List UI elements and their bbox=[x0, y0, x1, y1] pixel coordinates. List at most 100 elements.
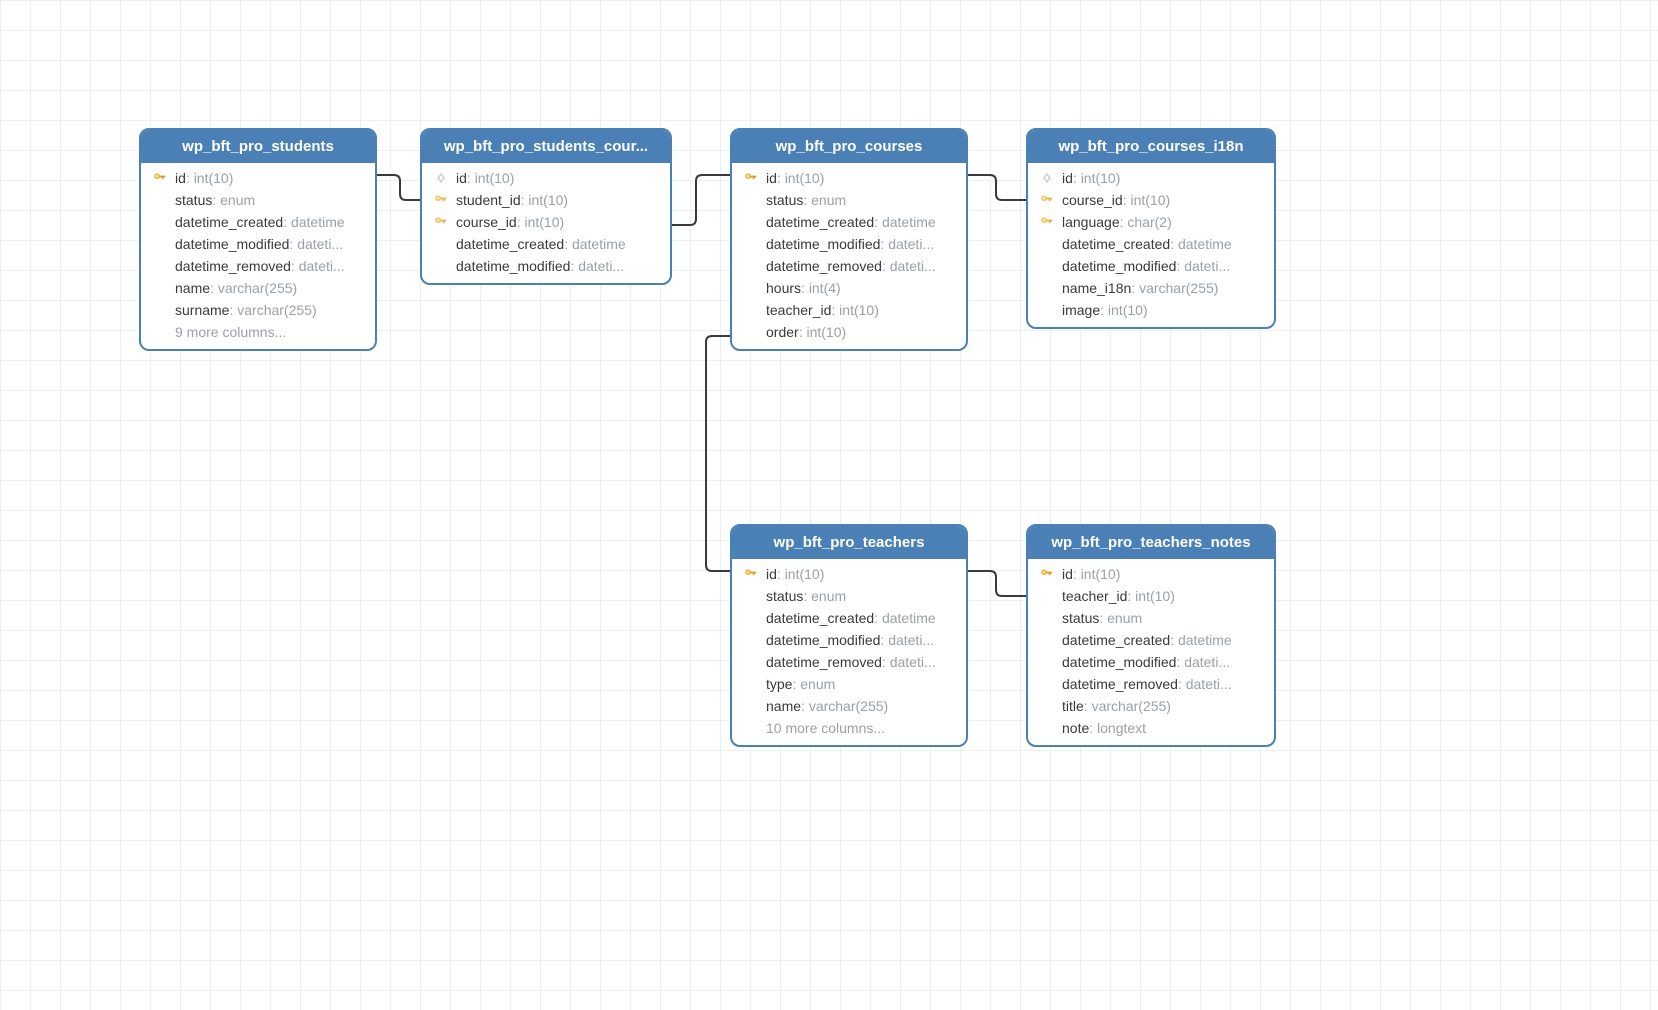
key-icon bbox=[1038, 567, 1056, 581]
column-type: : int(10) bbox=[467, 170, 514, 186]
column-type: : datetime bbox=[874, 610, 935, 626]
table-header[interactable]: wp_bft_pro_students_cour... bbox=[422, 130, 670, 163]
column-row[interactable]: datetime_created: datetime bbox=[422, 233, 670, 255]
more-columns-row[interactable]: 10 more columns... bbox=[732, 717, 966, 739]
column-type: : int(10) bbox=[1073, 170, 1120, 186]
column-type: : datetime bbox=[874, 214, 935, 230]
column-name: datetime_modified bbox=[1062, 258, 1176, 274]
column-name: status bbox=[1062, 610, 1099, 626]
column-row[interactable]: datetime_modified: dateti... bbox=[1028, 651, 1274, 673]
column-row[interactable]: datetime_modified: dateti... bbox=[732, 233, 966, 255]
column-name: student_id bbox=[456, 192, 521, 208]
column-row[interactable]: datetime_removed: dateti... bbox=[1028, 673, 1274, 695]
column-type: : varchar(255) bbox=[210, 280, 297, 296]
table-header[interactable]: wp_bft_pro_teachers_notes bbox=[1028, 526, 1274, 559]
column-row[interactable]: title: varchar(255) bbox=[1028, 695, 1274, 717]
key-icon bbox=[432, 215, 450, 229]
more-columns-row[interactable]: 9 more columns... bbox=[141, 321, 375, 343]
column-name: datetime_created bbox=[1062, 632, 1170, 648]
column-row[interactable]: status: enum bbox=[732, 585, 966, 607]
table-header[interactable]: wp_bft_pro_courses bbox=[732, 130, 966, 163]
table-courses[interactable]: wp_bft_pro_courses id: int(10)status: en… bbox=[730, 128, 968, 351]
column-type: : enum bbox=[792, 676, 835, 692]
column-row[interactable]: id: int(10) bbox=[1028, 563, 1274, 585]
column-row[interactable]: id: int(10) bbox=[1028, 167, 1274, 189]
column-row[interactable]: datetime_removed: dateti... bbox=[732, 255, 966, 277]
column-type: : enum bbox=[803, 192, 846, 208]
column-type: : enum bbox=[803, 588, 846, 604]
table-courses_i18n[interactable]: wp_bft_pro_courses_i18n id: int(10) cour… bbox=[1026, 128, 1276, 329]
table-header[interactable]: wp_bft_pro_teachers bbox=[732, 526, 966, 559]
column-name: datetime_removed bbox=[175, 258, 291, 274]
column-row[interactable]: image: int(10) bbox=[1028, 299, 1274, 321]
column-row[interactable]: datetime_removed: dateti... bbox=[732, 651, 966, 673]
table-rows: id: int(10)teacher_id: int(10)status: en… bbox=[1028, 559, 1274, 745]
column-name: datetime_created bbox=[766, 214, 874, 230]
column-row[interactable]: datetime_created: datetime bbox=[1028, 629, 1274, 651]
column-name: id bbox=[766, 170, 777, 186]
column-row[interactable]: id: int(10) bbox=[732, 167, 966, 189]
column-name: datetime_created bbox=[766, 610, 874, 626]
column-icon bbox=[432, 172, 450, 184]
column-name: datetime_modified bbox=[175, 236, 289, 252]
column-type: : int(10) bbox=[1073, 566, 1120, 582]
column-row[interactable]: datetime_created: datetime bbox=[1028, 233, 1274, 255]
column-name: datetime_created bbox=[456, 236, 564, 252]
column-row[interactable]: datetime_modified: dateti... bbox=[422, 255, 670, 277]
column-type: : dateti... bbox=[291, 258, 345, 274]
column-name: name bbox=[766, 698, 801, 714]
column-name: id bbox=[175, 170, 186, 186]
column-row[interactable]: course_id: int(10) bbox=[1028, 189, 1274, 211]
column-row[interactable]: status: enum bbox=[141, 189, 375, 211]
key-icon bbox=[432, 193, 450, 207]
column-row[interactable]: student_id: int(10) bbox=[422, 189, 670, 211]
column-name: id bbox=[456, 170, 467, 186]
column-row[interactable]: surname: varchar(255) bbox=[141, 299, 375, 321]
column-row[interactable]: course_id: int(10) bbox=[422, 211, 670, 233]
table-teachers_notes[interactable]: wp_bft_pro_teachers_notes id: int(10)tea… bbox=[1026, 524, 1276, 747]
column-row[interactable]: name: varchar(255) bbox=[141, 277, 375, 299]
column-name: status bbox=[175, 192, 212, 208]
column-row[interactable]: datetime_created: datetime bbox=[732, 607, 966, 629]
column-name: teacher_id bbox=[766, 302, 831, 318]
column-row[interactable]: datetime_created: datetime bbox=[141, 211, 375, 233]
table-teachers[interactable]: wp_bft_pro_teachers id: int(10)status: e… bbox=[730, 524, 968, 747]
column-row[interactable]: status: enum bbox=[732, 189, 966, 211]
column-name: course_id bbox=[1062, 192, 1123, 208]
column-row[interactable]: name: varchar(255) bbox=[732, 695, 966, 717]
column-type: : datetime bbox=[1170, 632, 1231, 648]
column-type: : int(10) bbox=[799, 324, 846, 340]
column-type: : dateti... bbox=[882, 654, 936, 670]
column-name: datetime_modified bbox=[456, 258, 570, 274]
table-header[interactable]: wp_bft_pro_courses_i18n bbox=[1028, 130, 1274, 163]
table-students_courses[interactable]: wp_bft_pro_students_cour... id: int(10) … bbox=[420, 128, 672, 285]
column-name: type bbox=[766, 676, 792, 692]
column-row[interactable]: datetime_modified: dateti... bbox=[1028, 255, 1274, 277]
column-row[interactable]: datetime_modified: dateti... bbox=[141, 233, 375, 255]
column-name: datetime_modified bbox=[1062, 654, 1176, 670]
column-row[interactable]: datetime_removed: dateti... bbox=[141, 255, 375, 277]
table-students[interactable]: wp_bft_pro_students id: int(10)status: e… bbox=[139, 128, 377, 351]
column-row[interactable]: datetime_created: datetime bbox=[732, 211, 966, 233]
column-row[interactable]: datetime_modified: dateti... bbox=[732, 629, 966, 651]
column-row[interactable]: id: int(10) bbox=[422, 167, 670, 189]
column-row[interactable]: hours: int(4) bbox=[732, 277, 966, 299]
column-name: image bbox=[1062, 302, 1100, 318]
column-row[interactable]: status: enum bbox=[1028, 607, 1274, 629]
column-name: datetime_modified bbox=[766, 236, 880, 252]
column-name: status bbox=[766, 588, 803, 604]
column-row[interactable]: note: longtext bbox=[1028, 717, 1274, 739]
table-rows: id: int(10)status: enumdatetime_created:… bbox=[732, 559, 966, 745]
column-row[interactable]: name_i18n: varchar(255) bbox=[1028, 277, 1274, 299]
column-row[interactable]: id: int(10) bbox=[141, 167, 375, 189]
column-row[interactable]: type: enum bbox=[732, 673, 966, 695]
column-row[interactable]: id: int(10) bbox=[732, 563, 966, 585]
table-header[interactable]: wp_bft_pro_students bbox=[141, 130, 375, 163]
column-row[interactable]: teacher_id: int(10) bbox=[732, 299, 966, 321]
column-type: : int(10) bbox=[1100, 302, 1147, 318]
column-row[interactable]: language: char(2) bbox=[1028, 211, 1274, 233]
column-row[interactable]: teacher_id: int(10) bbox=[1028, 585, 1274, 607]
column-row[interactable]: order: int(10) bbox=[732, 321, 966, 343]
column-type: : dateti... bbox=[880, 632, 934, 648]
column-name: id bbox=[766, 566, 777, 582]
